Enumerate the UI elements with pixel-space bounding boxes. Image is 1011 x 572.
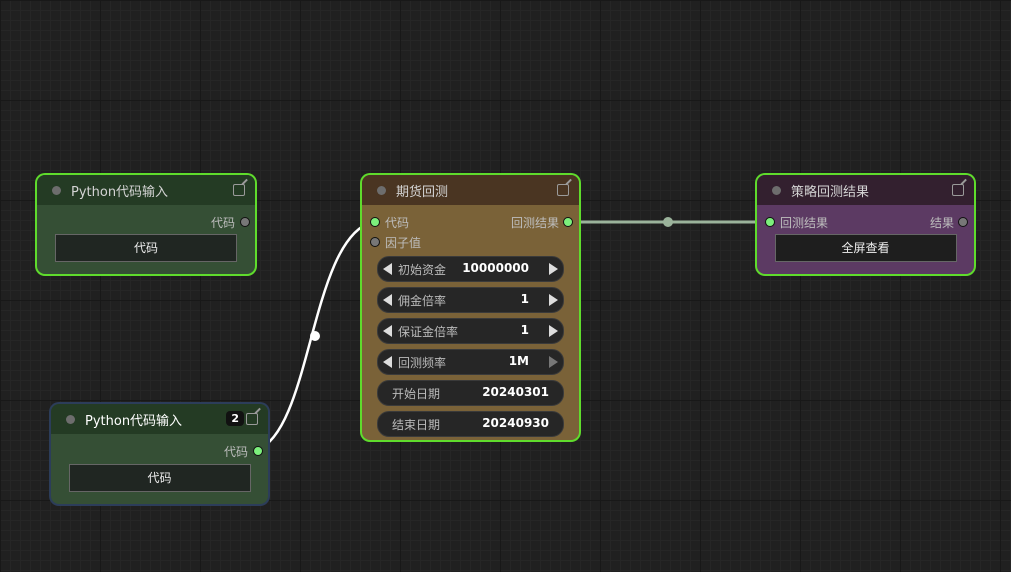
end-date-widget[interactable]: 结束日期 20240930 xyxy=(377,411,564,437)
edit-icon[interactable] xyxy=(952,184,964,196)
edit-icon[interactable] xyxy=(557,184,569,196)
input-socket-result[interactable] xyxy=(765,217,775,227)
node-title-bar[interactable]: 策略回测结果 xyxy=(757,175,974,205)
decrement-arrow-icon[interactable] xyxy=(383,263,392,275)
decrement-arrow-icon[interactable] xyxy=(383,294,392,306)
collapse-dot-icon[interactable] xyxy=(772,185,781,195)
start-date-widget[interactable]: 开始日期 20240301 xyxy=(377,380,564,406)
strategy-result-node[interactable]: 策略回测结果 回测结果 结果 全屏查看 xyxy=(757,175,974,274)
code-button[interactable]: 代码 xyxy=(68,464,251,492)
initial-capital-widget[interactable]: 初始资金 10000000 xyxy=(377,256,564,282)
input-slot-factor[interactable]: 因子值 xyxy=(362,232,579,252)
fullscreen-view-button[interactable]: 全屏查看 xyxy=(774,234,957,262)
futures-backtest-node[interactable]: 期货回测 代码 回测结果 因子值 初始资金 10000000 佣金倍率 1 保证… xyxy=(362,175,579,440)
link-midpoint[interactable] xyxy=(663,217,673,227)
collapse-dot-icon[interactable] xyxy=(66,414,75,424)
widget-label: 初始资金 xyxy=(398,263,447,277)
output-label: 代码 xyxy=(210,216,235,230)
increment-arrow-icon[interactable] xyxy=(549,263,558,275)
margin-multiplier-widget[interactable]: 保证金倍率 1 xyxy=(377,318,564,344)
input-socket-code[interactable] xyxy=(370,217,380,227)
python-code-node-2[interactable]: Python代码输入 2 代码 代码 xyxy=(51,404,268,504)
output-slot-code[interactable]: 代码 xyxy=(37,212,255,232)
input-label-result: 回测结果 xyxy=(780,216,829,230)
node-count-badge: 2 xyxy=(226,411,244,426)
input-label-factor: 因子值 xyxy=(385,236,422,250)
input-label-code: 代码 xyxy=(385,216,410,230)
output-label: 代码 xyxy=(223,445,248,459)
widget-value: 10000000 xyxy=(462,261,529,275)
widget-value: 1M xyxy=(508,354,529,368)
output-socket-result[interactable] xyxy=(563,217,573,227)
widget-value: 1 xyxy=(520,323,529,337)
collapse-dot-icon[interactable] xyxy=(377,185,386,195)
output-socket-result[interactable] xyxy=(958,217,968,227)
node-title: Python代码输入 xyxy=(71,184,169,200)
output-slot-code[interactable]: 代码 xyxy=(51,441,268,461)
input-socket-factor[interactable] xyxy=(370,237,380,247)
output-socket[interactable] xyxy=(253,446,263,456)
output-label-result: 回测结果 xyxy=(510,216,559,230)
node-title-bar[interactable]: 期货回测 xyxy=(362,175,579,205)
backtest-frequency-widget[interactable]: 回测频率 1M xyxy=(377,349,564,375)
widget-label: 回测频率 xyxy=(398,356,447,370)
node-title: Python代码输入 xyxy=(85,413,183,429)
code-button[interactable]: 代码 xyxy=(55,234,237,262)
edit-icon[interactable] xyxy=(246,413,258,425)
node-title-bar[interactable]: Python代码输入 2 xyxy=(51,404,268,434)
widget-label: 保证金倍率 xyxy=(398,325,459,339)
decrement-arrow-icon[interactable] xyxy=(383,356,392,368)
widget-label: 佣金倍率 xyxy=(398,294,447,308)
collapse-dot-icon[interactable] xyxy=(52,185,61,195)
io-slot-row[interactable]: 回测结果 结果 xyxy=(757,212,974,232)
widget-value: 20240930 xyxy=(482,416,549,430)
widget-label: 开始日期 xyxy=(392,387,441,401)
decrement-arrow-icon[interactable] xyxy=(383,325,392,337)
output-label-result: 结果 xyxy=(929,216,954,230)
increment-arrow-icon[interactable] xyxy=(549,356,558,368)
edit-icon[interactable] xyxy=(233,184,245,196)
python-code-node-1[interactable]: Python代码输入 代码 代码 xyxy=(37,175,255,274)
link-reroute-point[interactable] xyxy=(310,331,320,341)
link-code-to-backtest[interactable] xyxy=(256,220,373,452)
increment-arrow-icon[interactable] xyxy=(549,325,558,337)
increment-arrow-icon[interactable] xyxy=(549,294,558,306)
node-title: 策略回测结果 xyxy=(791,184,870,200)
output-socket[interactable] xyxy=(240,217,250,227)
commission-multiplier-widget[interactable]: 佣金倍率 1 xyxy=(377,287,564,313)
widget-value: 20240301 xyxy=(482,385,549,399)
widget-value: 1 xyxy=(520,292,529,306)
node-title-bar[interactable]: Python代码输入 xyxy=(37,175,255,205)
io-slot-row-1[interactable]: 代码 回测结果 xyxy=(362,212,579,232)
node-title: 期货回测 xyxy=(396,184,449,200)
widget-label: 结束日期 xyxy=(392,418,441,432)
